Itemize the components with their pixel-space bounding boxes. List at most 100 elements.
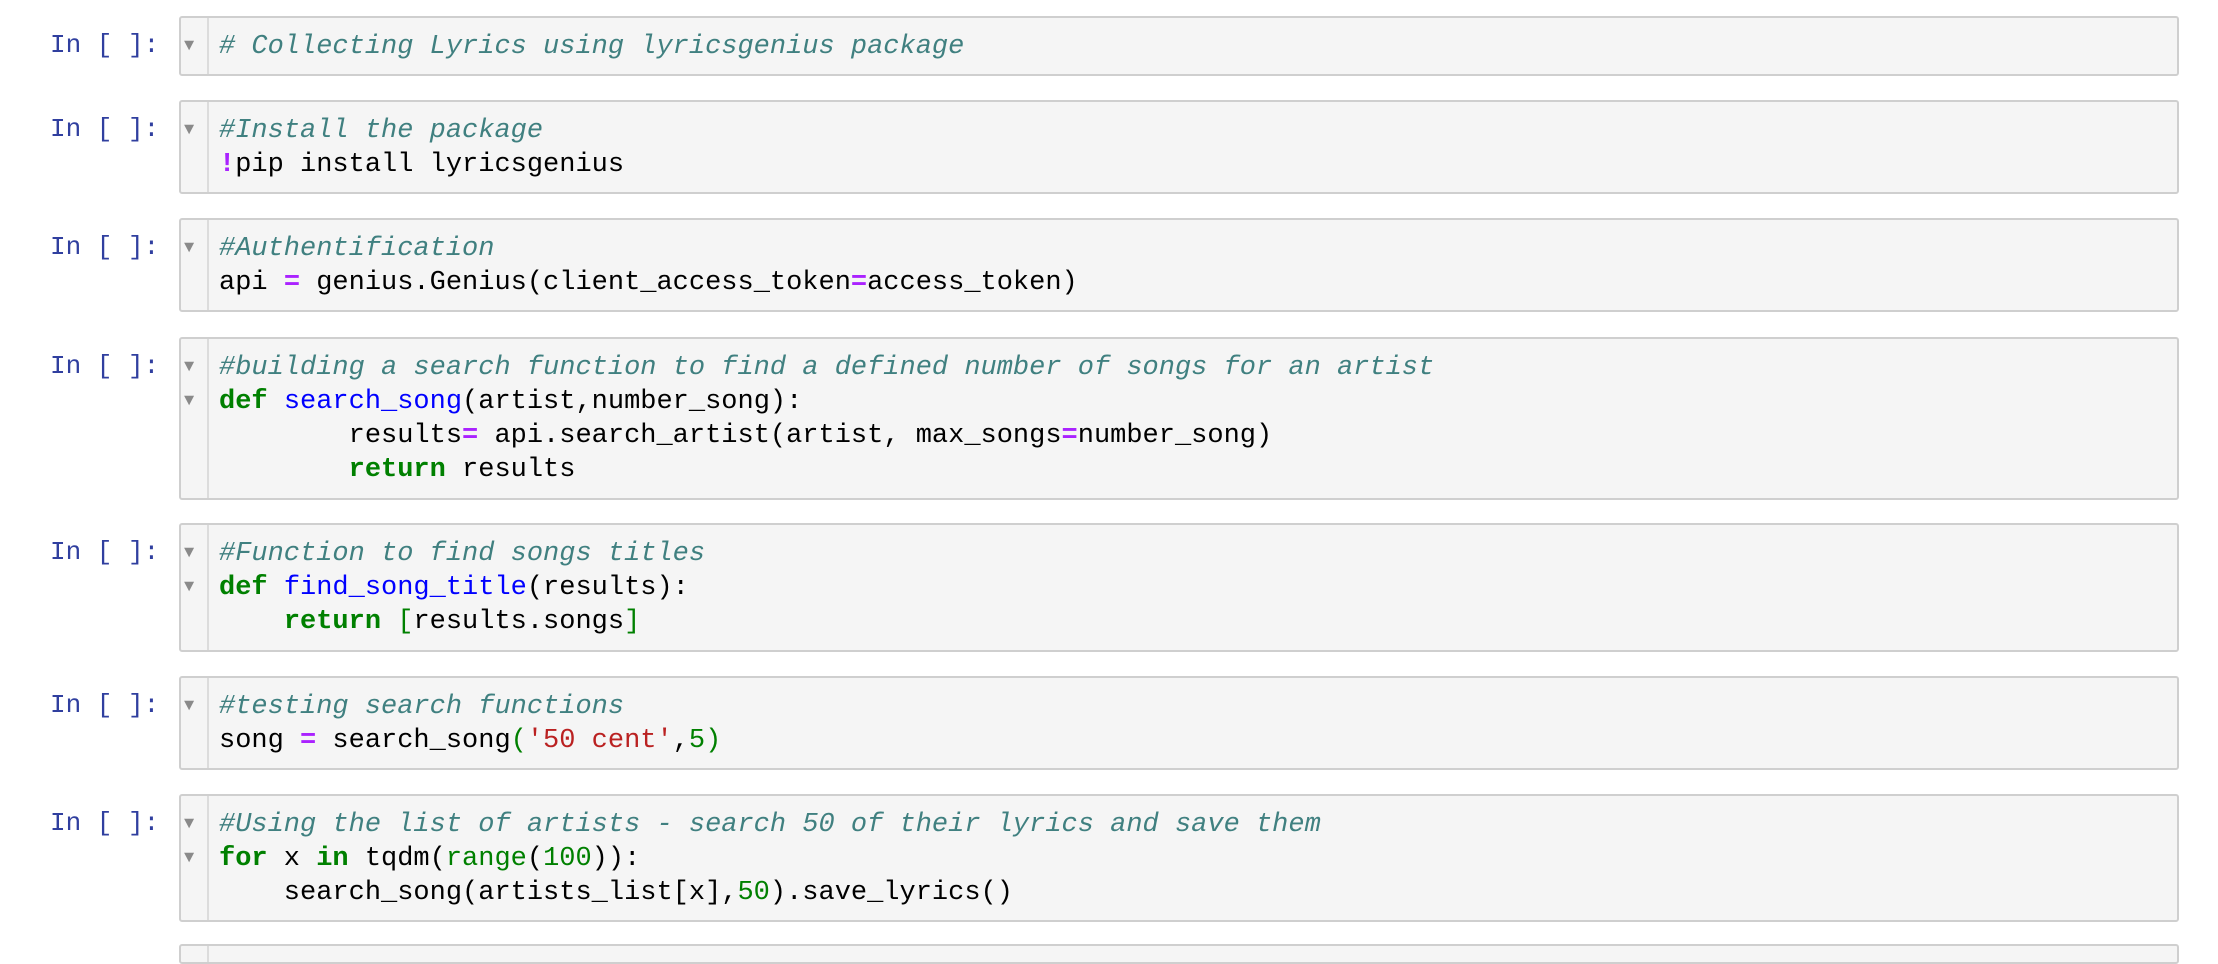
code-line[interactable]: for x in tqdm(range(100)): (219, 842, 1321, 876)
code-cell-3[interactable]: In [ ]: ▼ #Authentification api = genius.… (0, 218, 2218, 312)
code-input-area[interactable]: ▼ #Install the package !pip install lyric… (179, 100, 2179, 194)
cell-prompt: In [ ]: (50, 537, 160, 567)
code-input-area[interactable]: ▼ #Authentification api = genius.Genius(c… (179, 218, 2179, 312)
code-token: ! (219, 150, 236, 180)
code-line[interactable]: def search_song(artist,number_song): (219, 385, 1434, 419)
code-token: (results): (526, 573, 689, 603)
code-token: api (219, 268, 284, 298)
code-token: tqdm( (348, 844, 446, 874)
fold-arrow-icon[interactable]: ▼ (184, 114, 194, 148)
code-token: x (267, 844, 317, 874)
code-line[interactable]: return [results.songs] (219, 605, 705, 639)
code-cell-6[interactable]: In [ ]: ▼ #testing search functions song … (0, 676, 2218, 770)
code-input-area[interactable]: ▼ ▼ #Using the list of artists - search … (179, 794, 2179, 922)
code-token: ).save_lyrics() (769, 878, 1013, 908)
code-line[interactable]: return results (219, 453, 1434, 487)
code-cell-7[interactable]: In [ ]: ▼ ▼ #Using the list of artists -… (0, 794, 2218, 922)
code-token: = (283, 268, 301, 298)
code-token: # Collecting Lyrics using lyricsgenius p… (219, 32, 965, 62)
fold-arrow-icon[interactable]: ▼ (184, 537, 194, 571)
code-editor[interactable]: #Function to find songs titles def find_s… (219, 537, 705, 639)
code-line[interactable]: !pip install lyricsgenius (219, 148, 624, 182)
code-token: search_song(artists_list[x], (219, 878, 738, 908)
code-line[interactable]: def find_song_title(results): (219, 571, 705, 605)
code-token: api.search_artist(artist, max_songs (478, 421, 1062, 451)
cell-gutter: ▼ (181, 102, 209, 192)
fold-arrow-icon[interactable]: ▼ (184, 30, 194, 64)
code-token: = (300, 726, 317, 756)
code-line[interactable]: #Using the list of artists - search 50 o… (219, 808, 1321, 842)
code-cell-8-partial[interactable] (0, 944, 2218, 964)
code-input-area[interactable]: ▼ ▼ #Function to find songs titles def fi… (179, 523, 2179, 652)
code-token: genius.Genius(client_access_token (300, 268, 851, 298)
code-cell-5[interactable]: In [ ]: ▼ ▼ #Function to find songs titl… (0, 523, 2218, 652)
fold-arrow-icon[interactable]: ▼ (184, 351, 194, 385)
code-token: number_song) (1077, 421, 1273, 451)
code-editor[interactable]: # Collecting Lyrics using lyricsgenius p… (219, 30, 964, 64)
code-token: [ (397, 607, 414, 637)
fold-arrow-icon[interactable]: ▼ (184, 808, 194, 842)
code-line[interactable]: # Collecting Lyrics using lyricsgenius p… (219, 30, 964, 64)
code-line[interactable]: search_song(artists_list[x],50).save_lyr… (219, 876, 1321, 910)
cell-gutter: ▼ ▼ (181, 339, 209, 498)
code-token: = (850, 268, 868, 298)
code-token: results (445, 455, 576, 485)
cell-prompt: In [ ]: (50, 30, 160, 60)
cell-gutter: ▼ ▼ (181, 796, 209, 920)
notebook: In [ ]: ▼ # Collecting Lyrics using lyri… (0, 0, 2218, 964)
code-line[interactable]: #building a search function to find a de… (219, 351, 1434, 385)
code-token: find_song_title (283, 573, 527, 603)
code-editor[interactable]: #testing search functions song = search_s… (219, 690, 721, 758)
cell-gutter: ▼ (181, 18, 209, 74)
fold-arrow-icon[interactable]: ▼ (184, 571, 194, 605)
code-input-area[interactable]: ▼ # Collecting Lyrics using lyricsgenius… (179, 16, 2179, 76)
cell-prompt: In [ ]: (50, 690, 160, 720)
code-line[interactable]: api = genius.Genius(client_access_token=… (219, 266, 1078, 300)
code-editor[interactable]: #Using the list of artists - search 50 o… (219, 808, 1321, 910)
code-token: #Function to find songs titles (219, 539, 706, 569)
code-token: ( (526, 844, 544, 874)
cell-prompt: In [ ]: (50, 114, 160, 144)
code-cell-4[interactable]: In [ ]: ▼ ▼ #building a search function … (0, 337, 2218, 500)
code-line[interactable]: results= api.search_artist(artist, max_s… (219, 419, 1434, 453)
code-cell-2[interactable]: In [ ]: ▼ #Install the package !pip insta… (0, 100, 2218, 194)
code-token: #Authentification (219, 234, 495, 264)
code-token: results (219, 421, 463, 451)
code-input-area[interactable] (179, 944, 2179, 964)
code-input-area[interactable]: ▼ #testing search functions song = search… (179, 676, 2179, 770)
code-editor[interactable]: #building a search function to find a de… (219, 351, 1434, 487)
code-line[interactable]: #testing search functions (219, 690, 721, 724)
code-token: access_token) (867, 268, 1078, 298)
fold-arrow-icon[interactable]: ▼ (184, 842, 194, 876)
code-line[interactable]: song = search_song('50 cent',5) (219, 724, 721, 758)
fold-arrow-icon[interactable]: ▼ (184, 690, 194, 724)
code-token: 5 (688, 726, 706, 756)
cell-gutter: ▼ (181, 220, 209, 310)
code-line[interactable]: #Function to find songs titles (219, 537, 705, 571)
code-editor[interactable]: #Install the package !pip install lyricsg… (219, 114, 624, 182)
cell-gutter (181, 946, 209, 962)
fold-arrow-icon[interactable]: ▼ (184, 232, 194, 266)
cell-gutter: ▼ ▼ (181, 525, 209, 650)
code-token: #Install the package (219, 116, 544, 146)
code-editor[interactable]: #Authentification api = genius.Genius(cli… (219, 232, 1078, 300)
code-input-area[interactable]: ▼ ▼ #building a search function to find … (179, 337, 2179, 500)
code-cell-1[interactable]: In [ ]: ▼ # Collecting Lyrics using lyri… (0, 16, 2218, 76)
code-line[interactable]: #Authentification (219, 232, 1078, 266)
fold-arrow-icon[interactable]: ▼ (184, 385, 194, 419)
cell-prompt: In [ ]: (50, 351, 160, 381)
code-token: (artist,number_song): (462, 387, 803, 417)
code-token: def (219, 387, 268, 417)
code-token: results.songs (413, 607, 625, 637)
code-token: #building a search function to find a de… (219, 353, 1435, 383)
code-token: range (445, 844, 527, 874)
code-token: 50 (737, 878, 770, 908)
cell-prompt: In [ ]: (50, 808, 160, 838)
code-line[interactable]: #Install the package (219, 114, 624, 148)
code-token: )): (591, 844, 641, 874)
code-token: return (283, 607, 382, 637)
